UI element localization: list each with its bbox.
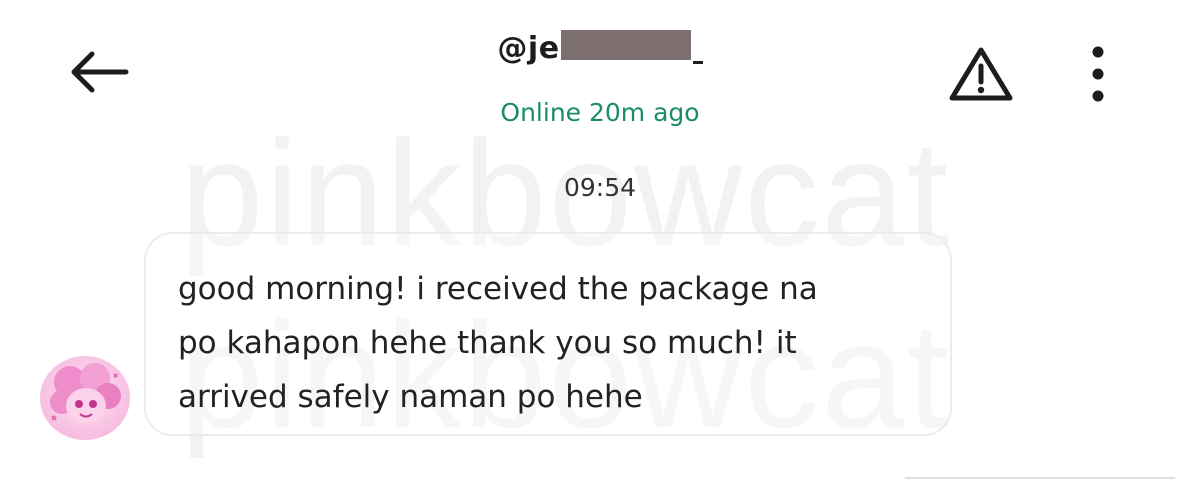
username-visible-text: @je [497, 31, 560, 66]
more-options-button[interactable] [1078, 42, 1118, 106]
username-redaction [560, 30, 691, 60]
warning-triangle-icon [949, 47, 1013, 101]
more-vertical-icon [1092, 46, 1104, 102]
chat-header-title: @je [0, 30, 1200, 66]
message-line: good morning! i received the package na [178, 271, 818, 307]
username-redaction-tail [692, 61, 703, 64]
message-timestamp: 09:54 [563, 173, 637, 202]
message-bubble[interactable]: good morning! i received the package na … [144, 232, 952, 436]
online-status: Online 20m ago [500, 98, 700, 127]
report-button[interactable] [945, 44, 1017, 104]
message-line: arrived safely naman po hehe [178, 379, 643, 415]
message-text: good morning! i received the package na … [178, 262, 932, 424]
avatar[interactable] [40, 356, 130, 440]
username[interactable]: @je [497, 30, 703, 66]
message-line: po kahapon hehe thank you so much! it [178, 325, 797, 361]
avatar-image [40, 356, 130, 440]
